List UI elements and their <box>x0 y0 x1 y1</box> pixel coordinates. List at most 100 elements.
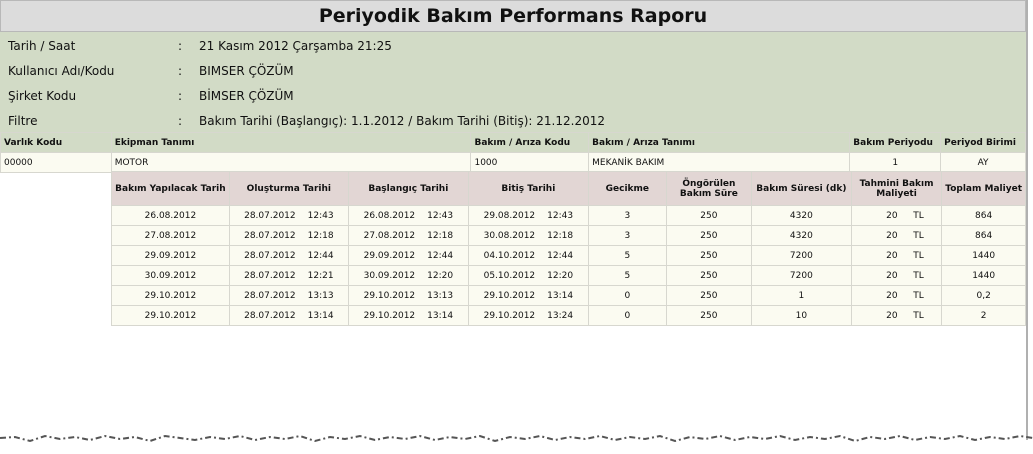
info-separator: : <box>178 64 183 78</box>
duration-value: 4320 <box>789 230 813 241</box>
created-datetime-date: 28.07.2012 <box>244 310 296 321</box>
duration-cell: 7200 <box>750 265 852 286</box>
detail-row: 29.10.2012 28.07.2012 13:13 29.10.2012 13:13… <box>111 285 1026 306</box>
info-label: Tarih / Saat <box>8 39 76 53</box>
total-value: 1440 <box>972 270 996 281</box>
total-cell: 864 <box>941 205 1026 226</box>
created-datetime: 28.07.2012 12:18 <box>244 231 333 241</box>
info-value: 21 Kasım 2012 Çarşamba 21:25 <box>199 39 392 53</box>
planned-value: 250 <box>700 270 718 281</box>
end-cell: 29.10.2012 13:24 <box>467 305 589 326</box>
planned-cell: 250 <box>665 285 752 306</box>
cost-currency: TL <box>913 210 924 221</box>
report-info-panel: Tarih / Saat : 21 Kasım 2012 Çarşamba 21… <box>0 32 1026 134</box>
start-datetime-date: 26.08.2012 <box>363 210 416 221</box>
created-datetime-date: 28.07.2012 <box>244 270 296 281</box>
planned-value: 250 <box>700 210 718 221</box>
created-datetime: 28.07.2012 12:44 <box>244 251 333 261</box>
duration-value: 7200 <box>789 270 813 281</box>
created-datetime-date: 28.07.2012 <box>244 210 296 221</box>
duration-cell: 4320 <box>750 205 852 226</box>
fault-code: 1000 <box>470 152 590 173</box>
info-value: Bakım Tarihi (Başlangıç): 1.1.2012 / Bak… <box>199 114 605 128</box>
col-planned: Öngörülen Bakım Süre <box>665 171 752 206</box>
due-date: 26.08.2012 <box>111 205 230 226</box>
created-cell: 28.07.2012 12:18 <box>228 225 349 246</box>
start-datetime-date: 27.08.2012 <box>363 230 416 241</box>
end-datetime-date: 05.10.2012 <box>483 270 536 281</box>
delay-cell: 5 <box>587 245 667 266</box>
col-asset-code: Varlık Kodu <box>0 132 112 153</box>
col-delay: Gecikme <box>587 171 667 206</box>
equipment-table: Varlık Kodu Ekipman Tanımı Bakım / Arıza… <box>0 132 1026 173</box>
info-row-filter: Filtre : Bakım Tarihi (Başlangıç): 1.1.2… <box>0 109 1026 134</box>
maintenance-detail-table: Bakım Yapılacak Tarih Oluşturma Tarihi B… <box>111 171 1026 326</box>
info-separator: : <box>178 39 183 53</box>
cost-value: 20 <box>886 310 898 321</box>
due-date-value: 29.10.2012 <box>144 290 197 301</box>
info-separator: : <box>178 114 183 128</box>
total-value: 0,2 <box>976 290 991 301</box>
delay-value: 0 <box>624 290 631 301</box>
col-period-unit: Periyod Birimi <box>940 132 1026 153</box>
start-cell: 29.09.2012 12:44 <box>347 245 469 266</box>
created-datetime: 28.07.2012 12:43 <box>244 211 333 221</box>
cost-currency: TL <box>913 290 924 301</box>
start-datetime-date: 29.09.2012 <box>363 250 416 261</box>
created-cell: 28.07.2012 12:21 <box>228 265 349 286</box>
start-datetime: 27.08.2012 12:18 <box>364 231 453 241</box>
cost-value: 20 <box>886 270 898 281</box>
end-datetime-date: 29.08.2012 <box>483 210 536 221</box>
col-end: Bitiş Tarihi <box>467 171 589 206</box>
end-datetime: 29.10.2012 13:14 <box>484 291 573 301</box>
start-datetime-date: 29.10.2012 <box>363 290 416 301</box>
total-cell: 0,2 <box>941 285 1026 306</box>
equipment-header-row: Varlık Kodu Ekipman Tanımı Bakım / Arıza… <box>0 132 1026 153</box>
created-datetime: 28.07.2012 13:14 <box>244 311 333 321</box>
cost-cell: 20 TL <box>850 205 943 226</box>
delay-value: 0 <box>624 310 631 321</box>
info-separator: : <box>178 89 183 103</box>
start-datetime: 29.09.2012 12:44 <box>364 251 453 261</box>
delay-value: 5 <box>624 250 631 261</box>
start-datetime-time: 12:20 <box>427 270 454 281</box>
end-datetime-time: 12:43 <box>547 210 574 221</box>
end-cell: 29.10.2012 13:14 <box>467 285 589 306</box>
created-datetime-time: 12:21 <box>307 270 334 281</box>
start-datetime: 26.08.2012 12:43 <box>364 211 453 221</box>
info-label: Kullanıcı Adı/Kodu <box>8 64 115 78</box>
info-row-company: Şirket Kodu : BİMSER ÇÖZÜM <box>0 84 1026 109</box>
due-date-value: 29.10.2012 <box>144 310 197 321</box>
duration-value: 10 <box>795 310 808 321</box>
due-date: 27.08.2012 <box>111 225 230 246</box>
duration-cell: 1 <box>750 285 852 306</box>
col-total: Toplam Maliyet <box>941 171 1026 206</box>
planned-value: 250 <box>700 250 718 261</box>
delay-value: 3 <box>624 210 631 221</box>
planned-value: 250 <box>700 310 718 321</box>
duration-value: 1 <box>798 290 805 301</box>
col-period: Bakım Periyodu <box>849 132 942 153</box>
cost-cell: 20 TL <box>850 305 943 326</box>
col-fault-code: Bakım / Arıza Kodu <box>470 132 590 153</box>
col-start: Başlangıç Tarihi <box>347 171 469 206</box>
due-date: 29.09.2012 <box>111 245 230 266</box>
created-cell: 28.07.2012 13:14 <box>228 305 349 326</box>
detail-row: 29.10.2012 28.07.2012 13:14 29.10.2012 13:14… <box>111 305 1026 326</box>
cost-value: 20 <box>886 230 898 241</box>
total-value: 1440 <box>972 250 996 261</box>
start-datetime-time: 13:13 <box>427 290 454 301</box>
end-datetime-date: 04.10.2012 <box>483 250 536 261</box>
asset-code: 00000 <box>0 152 112 173</box>
planned-cell: 250 <box>665 205 752 226</box>
cost-cell: 20 TL <box>850 265 943 286</box>
start-cell: 30.09.2012 12:20 <box>347 265 469 286</box>
end-datetime-date: 29.10.2012 <box>483 310 536 321</box>
start-datetime: 30.09.2012 12:20 <box>364 271 453 281</box>
created-datetime-time: 13:13 <box>307 290 334 301</box>
cost-currency: TL <box>913 270 924 281</box>
start-datetime-time: 12:18 <box>427 230 454 241</box>
total-cell: 1440 <box>941 265 1026 286</box>
end-datetime-time: 12:20 <box>547 270 574 281</box>
due-date-value: 26.08.2012 <box>144 210 197 221</box>
